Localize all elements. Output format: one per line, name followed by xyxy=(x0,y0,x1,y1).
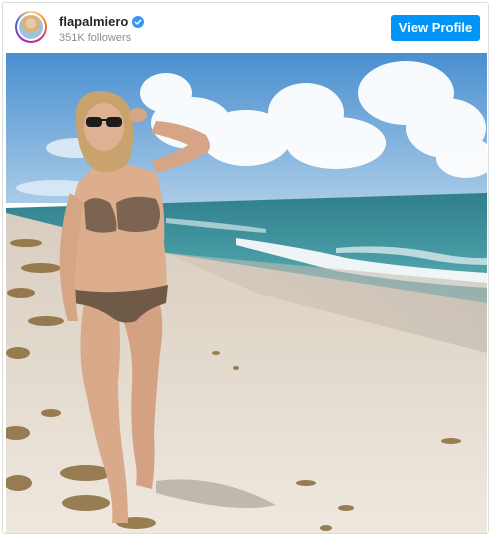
follower-count: 351K followers xyxy=(59,32,132,44)
beach-photo-illustration xyxy=(6,53,487,533)
view-profile-button[interactable]: View Profile xyxy=(391,15,480,41)
post-header: flapalmiero 351K followers View Profile xyxy=(3,3,488,53)
verified-badge-icon xyxy=(132,15,145,28)
username-row: flapalmiero xyxy=(59,14,145,29)
instagram-embed-card: flapalmiero 351K followers View Profile xyxy=(2,2,489,534)
avatar-ring xyxy=(17,13,45,41)
username-link[interactable]: flapalmiero xyxy=(59,14,128,29)
avatar-image xyxy=(19,15,43,39)
post-photo[interactable] xyxy=(6,53,487,533)
profile-avatar[interactable] xyxy=(15,11,47,43)
user-info: flapalmiero 351K followers xyxy=(59,14,145,44)
